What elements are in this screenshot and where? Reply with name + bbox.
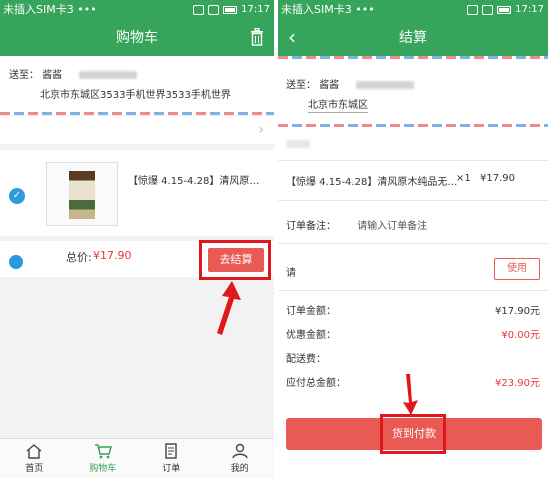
order-note[interactable]: 订单备注： 请输入订单备注 <box>286 217 427 232</box>
highlight-box <box>199 240 271 280</box>
product-qty: ×1 <box>456 173 471 184</box>
item-checkbox[interactable]: ✓ <box>9 188 25 204</box>
tab-home-label: 首页 <box>25 464 44 474</box>
note-label: 订单备注： <box>286 221 336 232</box>
battery-icon <box>223 6 238 14</box>
carrier-text: 未插入SIM卡3 ••• <box>281 3 375 16</box>
total-value: ¥17.90 <box>93 249 132 262</box>
chevron-right-icon: › <box>258 122 264 138</box>
nav-bar: ‹ 结算 <box>278 20 548 56</box>
tab-cart-label: 购物车 <box>89 464 117 474</box>
carrier-text: 未插入SIM卡3 ••• <box>3 3 97 16</box>
home-icon <box>26 444 42 459</box>
tab-cart[interactable]: 购物车 <box>69 439 138 478</box>
phone-redacted <box>79 71 138 79</box>
cart-item[interactable]: ✓ 【惊爆 4.15-4.28】清风原… <box>0 150 274 236</box>
product-price: ¥17.90 <box>480 173 515 184</box>
summary-value: ¥0.00元 <box>501 330 540 341</box>
summary-row-order-amount: 订单金额： ¥17.90元 <box>286 302 540 317</box>
back-arrow-icon[interactable]: ‹ <box>288 26 296 48</box>
recipient-name: 酱酱 <box>42 70 63 81</box>
envelope-border <box>0 112 274 115</box>
tab-mine-label: 我的 <box>230 464 249 474</box>
product-name: 【惊爆 4.15-4.28】清风原木纯品无… <box>286 177 458 188</box>
shop-name-redacted <box>286 140 310 148</box>
trash-icon[interactable] <box>250 28 264 46</box>
user-icon <box>232 443 248 459</box>
battery-icon <box>497 6 512 14</box>
delivery-address[interactable]: 送至： 酱酱 北京市东城区3533手机世界3533手机世界 <box>0 56 274 112</box>
order-item: 【惊爆 4.15-4.28】清风原木纯品无… ×1 ¥17.90 <box>278 170 548 190</box>
headset-icon <box>467 5 479 15</box>
summary-label: 配送费： <box>286 354 326 365</box>
divider <box>278 243 548 244</box>
cart-screen: 未插入SIM卡3 ••• 17:17 购物车 送至： 酱酱 北京市东城区3533… <box>0 0 274 478</box>
product-name: 【惊爆 4.15-4.28】清风原… <box>128 176 260 187</box>
address-label: 送至： <box>9 70 39 81</box>
checkout-screen: 未插入SIM卡3 ••• 17:17 ‹ 结算 送至： 酱酱 北京市东城区 【惊… <box>278 0 548 478</box>
arrow-icon <box>403 374 418 415</box>
status-bar: 未插入SIM卡3 ••• 17:17 <box>278 0 548 20</box>
address-label: 送至： <box>286 80 316 91</box>
summary-row-discount: 优惠金额： ¥0.00元 <box>286 326 540 341</box>
divider <box>278 200 548 201</box>
tab-home[interactable]: 首页 <box>0 439 69 478</box>
arrow-icon <box>217 281 241 335</box>
total-label: 总价: <box>66 251 92 264</box>
delivery-address[interactable]: 送至： 酱酱 北京市东城区 <box>278 60 548 120</box>
coupon-label: 请 <box>286 268 296 279</box>
envelope-border <box>278 56 548 59</box>
summary-value: ¥23.90元 <box>495 378 540 389</box>
order-icon <box>165 443 177 459</box>
address-detail: 北京市东城区 <box>308 96 368 113</box>
highlight-box <box>380 414 446 454</box>
wifi-icon <box>482 5 494 15</box>
cart-icon <box>94 444 112 459</box>
select-all-checkbox[interactable] <box>9 255 23 269</box>
product-image[interactable] <box>46 162 118 226</box>
clock-text: 17:17 <box>241 4 270 15</box>
divider <box>278 160 548 161</box>
status-bar: 未插入SIM卡3 ••• 17:17 <box>0 0 274 20</box>
page-title: 购物车 <box>116 30 158 46</box>
address-detail: 北京市东城区3533手机世界3533手机世界 <box>40 90 231 101</box>
nav-bar: 购物车 <box>0 20 274 56</box>
shop-row[interactable]: › <box>0 116 274 144</box>
summary-label: 订单金额： <box>286 306 336 317</box>
use-coupon-button[interactable]: 使用 <box>494 258 540 280</box>
headset-icon <box>193 5 205 15</box>
recipient-name: 酱酱 <box>319 80 340 91</box>
summary-row-shipping: 配送费： <box>286 350 540 365</box>
tab-bar: 首页 购物车 订单 我的 <box>0 438 274 478</box>
summary-label: 应付总金额： <box>286 378 346 389</box>
page-title: 结算 <box>399 30 427 46</box>
tab-orders[interactable]: 订单 <box>137 439 206 478</box>
divider <box>278 290 548 291</box>
tab-mine[interactable]: 我的 <box>206 439 275 478</box>
summary-label: 优惠金额： <box>286 330 336 341</box>
phone-redacted <box>356 81 415 89</box>
envelope-border <box>278 124 548 127</box>
tab-orders-label: 订单 <box>162 464 181 474</box>
summary-value: ¥17.90元 <box>495 306 540 317</box>
wifi-icon <box>208 5 220 15</box>
clock-text: 17:17 <box>515 4 544 15</box>
note-input[interactable]: 请输入订单备注 <box>357 221 427 232</box>
